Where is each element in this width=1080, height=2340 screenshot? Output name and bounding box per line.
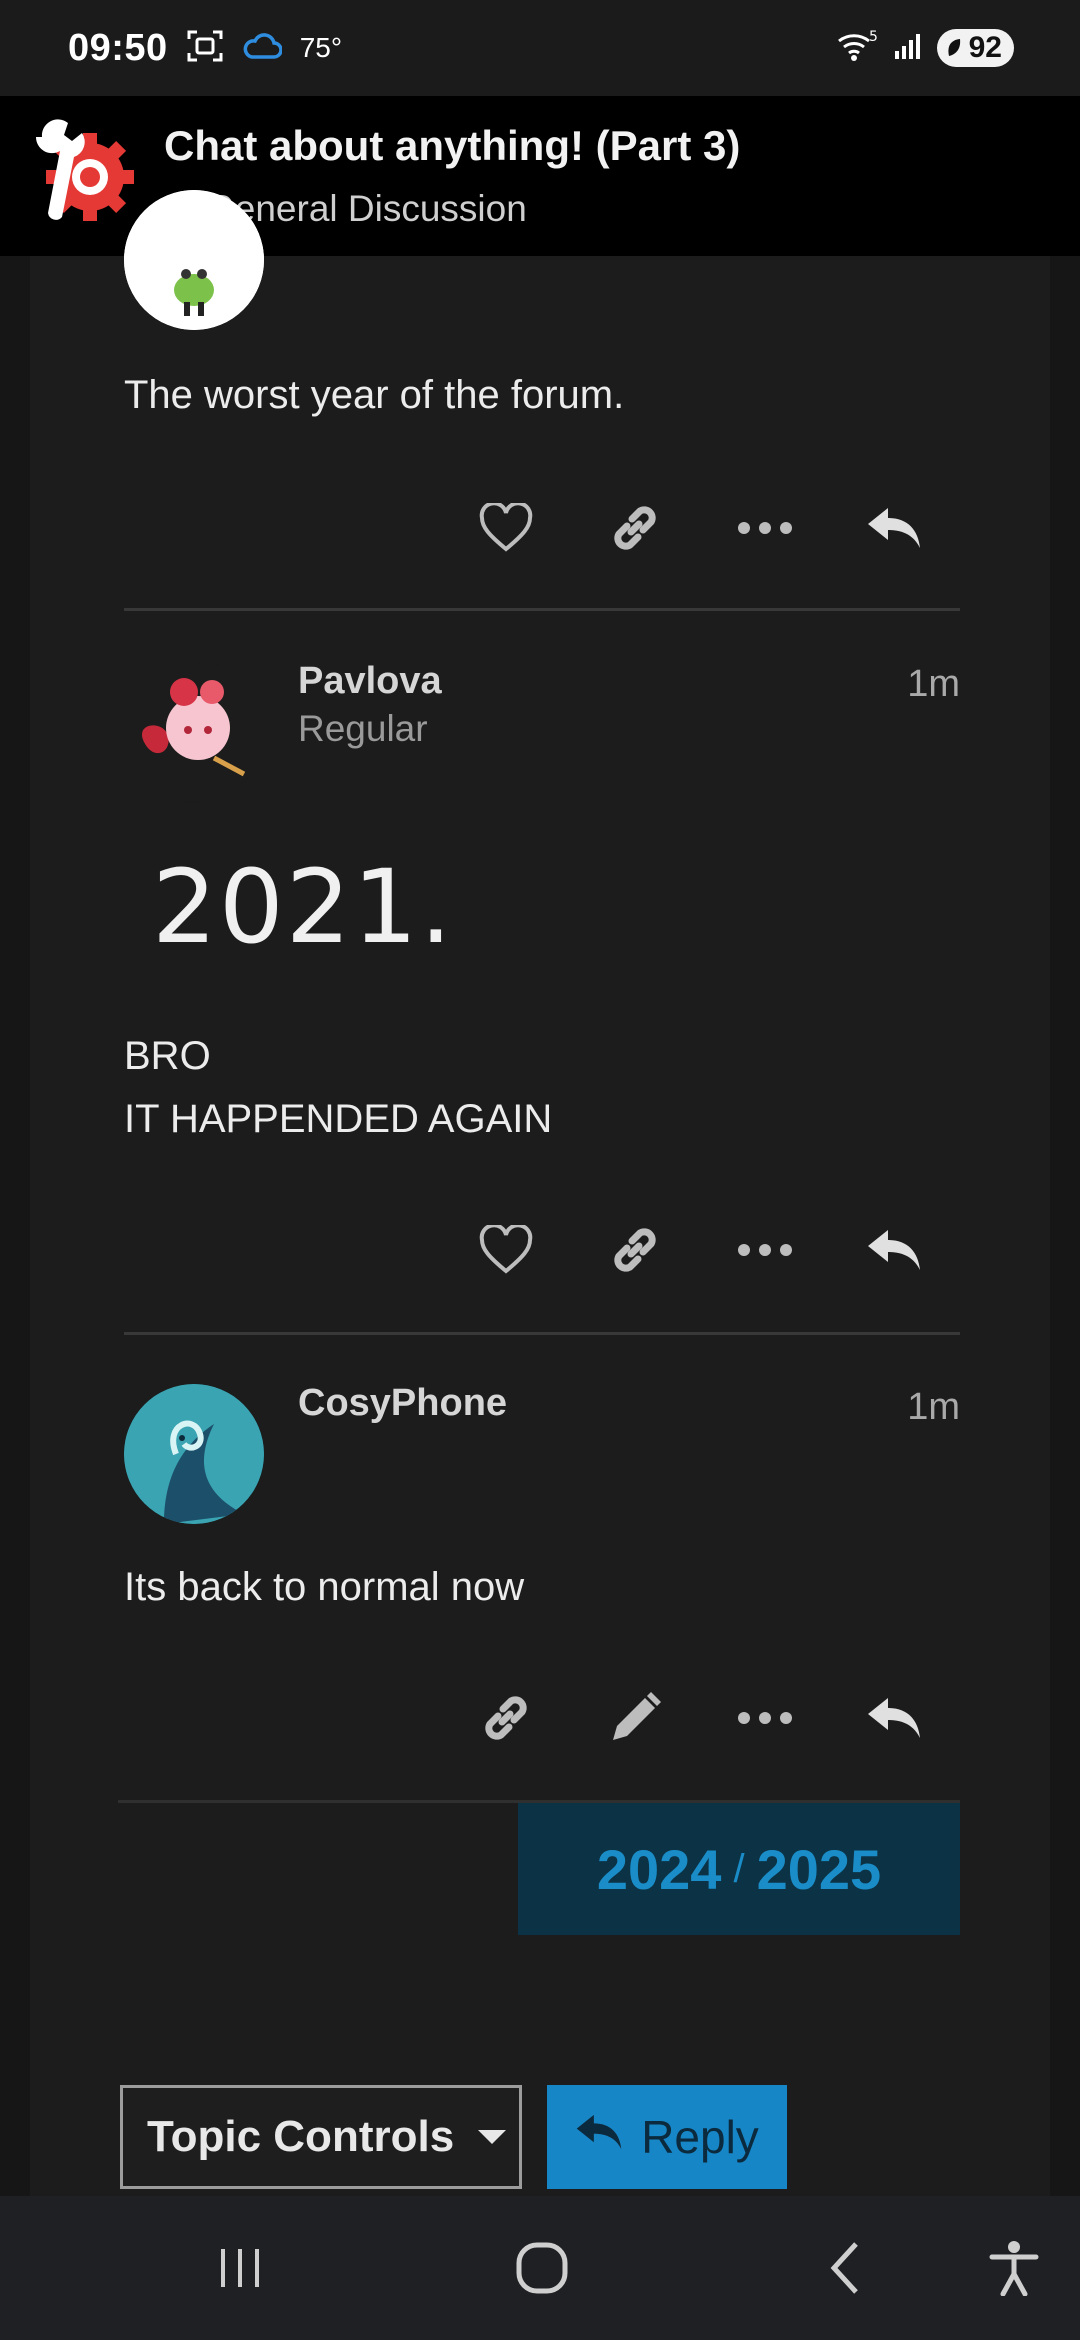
reply-icon[interactable] [858,492,930,564]
wifi-icon: 5 [835,29,879,68]
back-icon[interactable] [806,2232,886,2304]
reply-icon[interactable] [858,1682,930,1754]
reply-button[interactable]: Reply [547,2085,787,2189]
reply-button-label: Reply [641,2111,759,2163]
link-icon[interactable] [470,1682,542,1754]
post-progress-indicator[interactable]: 2024 / 2025 [518,1803,960,1935]
avatar[interactable] [124,190,264,330]
link-icon[interactable] [599,1214,671,1286]
heart-icon[interactable] [470,492,542,564]
reply-icon[interactable] [858,1214,930,1286]
post-actions [470,1682,930,1754]
more-icon[interactable] [729,492,801,564]
post-user-title: Regular [298,708,428,749]
reply-icon [575,2110,623,2164]
site-logo[interactable] [26,117,144,235]
avatar[interactable] [124,662,264,802]
total-post-count: 2025 [756,1837,882,1901]
post-time[interactable]: 1m [907,663,960,706]
post-body: The worst year of the forum. [124,373,625,417]
topic-title[interactable]: Chat about anything! (Part 3) [164,122,740,170]
signal-icon [893,31,923,66]
heart-icon[interactable] [470,1214,542,1286]
network-type-label: 5 [869,29,878,45]
post-divider [124,1332,960,1335]
post-body-line: IT HAPPENDED AGAIN [124,1097,553,1141]
accessibility-icon[interactable] [974,2232,1054,2304]
post-body-line: BRO [124,1034,211,1078]
status-bar: 09:50 75° 5 92 [0,0,1080,96]
link-icon[interactable] [599,492,671,564]
status-time: 09:50 [68,26,168,69]
more-icon[interactable] [729,1214,801,1286]
home-icon[interactable] [502,2232,582,2304]
battery-level: 92 [968,31,1002,64]
post-body: Its back to normal now [124,1565,525,1609]
recent-apps-icon[interactable] [200,2232,280,2304]
status-temperature: 75° [299,32,343,63]
cloud-icon [242,32,283,65]
caret-down-icon [478,2130,507,2144]
system-navigation-bar [0,2196,1080,2340]
progress-separator: / [733,1846,745,1891]
post-image-text: 2021. [152,848,455,967]
post-divider [124,608,960,611]
more-icon[interactable] [729,1682,801,1754]
topic-controls-label: Topic Controls [147,2112,455,2161]
post-actions [470,492,930,564]
post-username[interactable]: CosyPhone [298,1382,507,1425]
avatar[interactable] [124,1384,264,1524]
current-post-number: 2024 [596,1837,722,1901]
post-time[interactable]: 1m [907,1386,960,1429]
pencil-icon[interactable] [599,1682,671,1754]
screenshot-icon [186,29,224,68]
battery-indicator: 92 [936,29,1014,67]
battery-saver-icon [948,39,960,56]
post-actions [470,1214,930,1286]
post-username[interactable]: Pavlova [298,660,442,703]
topic-controls-button[interactable]: Topic Controls [120,2085,522,2189]
